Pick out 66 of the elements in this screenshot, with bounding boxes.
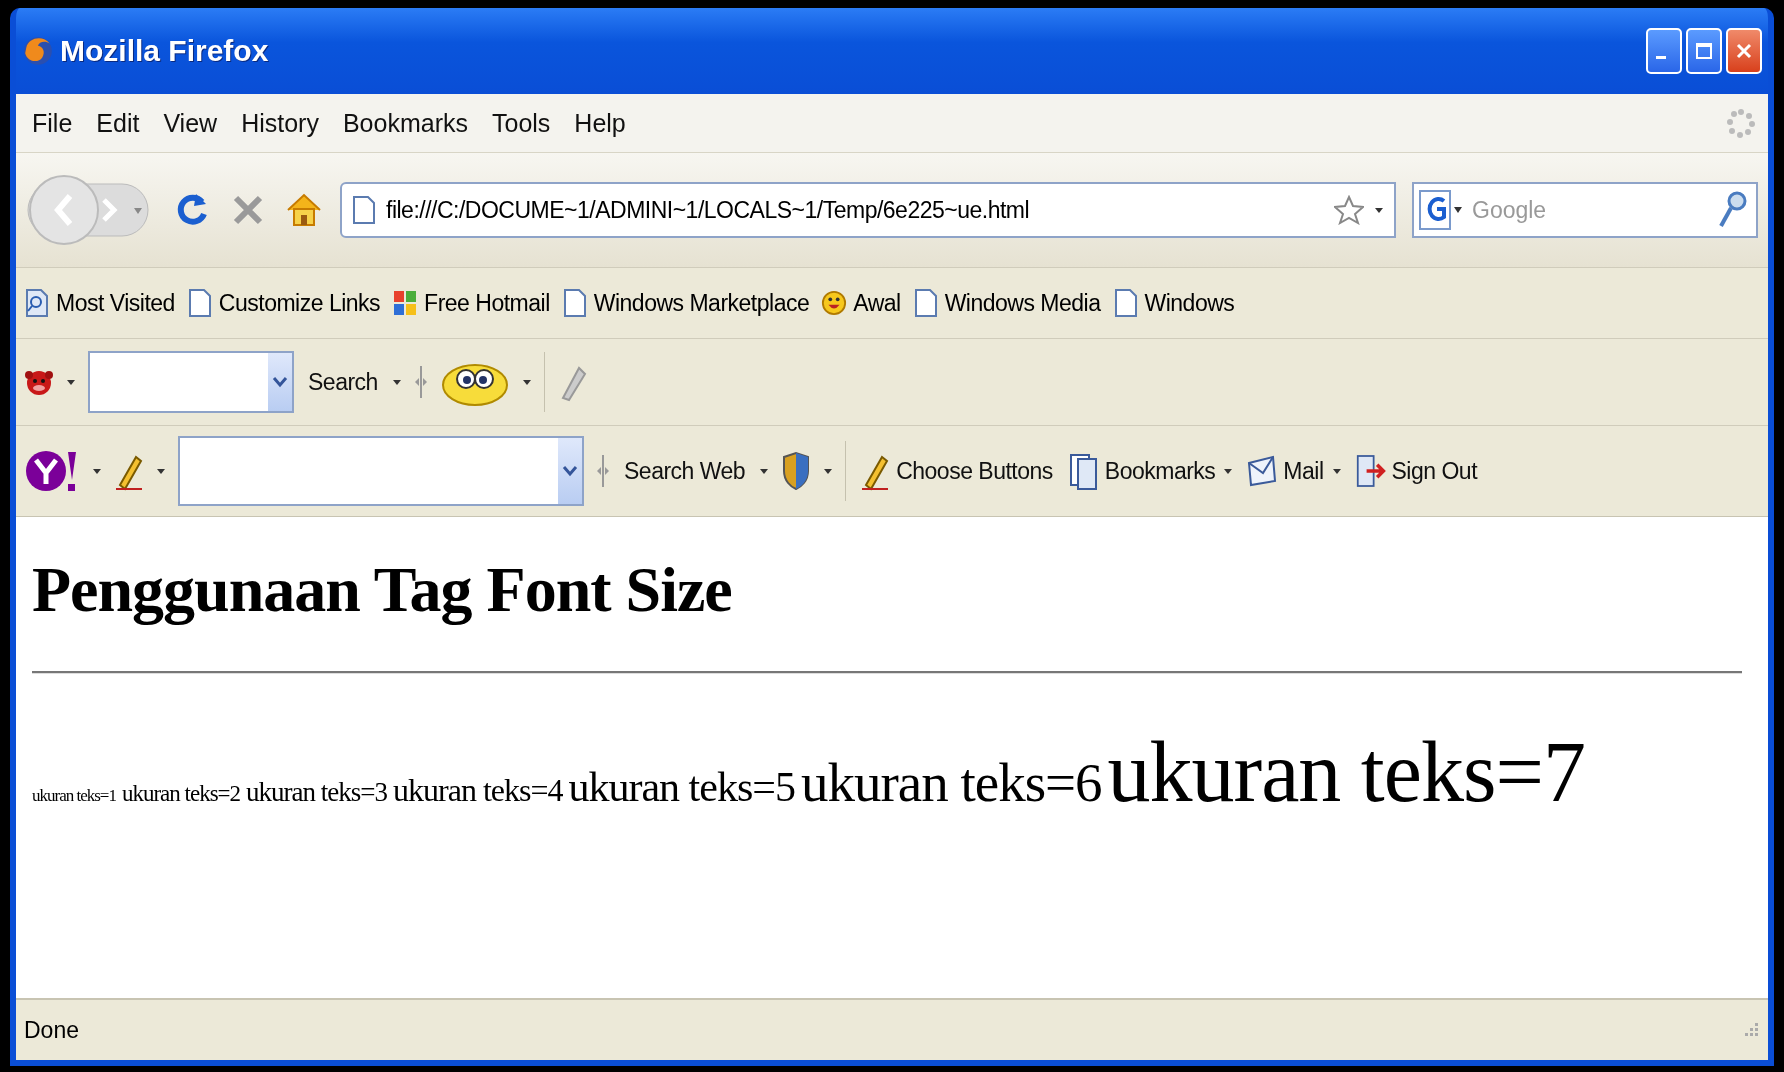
menu-item[interactable]: History <box>229 108 331 138</box>
search-combo-box[interactable] <box>88 351 294 413</box>
address-bar[interactable]: file:///C:/DOCUME~1/ADMINI~1/LOCALS~1/Temp/6e225~ue.html <box>340 182 1396 238</box>
bookmark-item[interactable]: Customize Links <box>186 288 381 318</box>
toolbar-button[interactable]: Choose Buttons <box>858 447 1055 495</box>
caret-icon[interactable] <box>759 466 770 476</box>
sample-text: ukuran teks=5 <box>568 764 795 810</box>
bookmark-item[interactable]: Most Visited <box>24 288 175 318</box>
bookmark-item[interactable]: Free Hotmail <box>392 288 550 318</box>
bookmark-item[interactable]: Windows Marketplace <box>561 288 810 318</box>
menu-item[interactable]: File <box>20 108 85 138</box>
sample-text: ukuran teks=1 <box>32 786 116 805</box>
search-combo-box[interactable] <box>178 436 584 506</box>
sample-text: ukuran teks=4 <box>393 772 563 808</box>
page-icon <box>352 195 376 225</box>
search-web-button[interactable]: Search Web <box>622 453 748 489</box>
close-button[interactable] <box>1726 28 1762 74</box>
menu-item[interactable]: Bookmarks <box>330 108 480 138</box>
bookmark-item[interactable]: Windows Media <box>912 288 1101 318</box>
magnifier-page-icon <box>24 288 50 318</box>
window-title: Mozilla Firefox <box>60 34 269 68</box>
bookmark-item[interactable]: Awal <box>821 288 901 318</box>
smiley-icon <box>821 288 848 318</box>
menu-item[interactable]: View <box>151 108 230 138</box>
spinner-icon <box>1726 108 1756 138</box>
page-icon <box>561 288 588 318</box>
windows-flag-icon <box>392 288 419 318</box>
sample-text: ukuran teks=6 <box>800 752 1102 813</box>
pages-icon <box>1068 451 1099 491</box>
search-icon[interactable] <box>1718 190 1748 230</box>
caret-icon[interactable] <box>1374 205 1384 215</box>
search-bar[interactable]: Google <box>1412 182 1758 238</box>
caret-icon[interactable] <box>823 466 834 476</box>
sample-text: ukuran teks=3 <box>246 777 388 807</box>
toolbar-button[interactable]: Sign Out <box>1353 447 1480 495</box>
caret-icon[interactable] <box>1223 466 1234 476</box>
page-heading: Penggunaan Tag Font Size <box>32 553 733 627</box>
bookmark-item[interactable]: Windows <box>1112 288 1235 318</box>
caret-icon[interactable] <box>391 377 402 387</box>
caret-icon[interactable] <box>1331 466 1342 476</box>
search-button[interactable]: Search <box>306 364 380 400</box>
caret-icon[interactable] <box>66 377 76 387</box>
caret-icon[interactable] <box>92 466 102 476</box>
menu-item[interactable]: Help <box>562 108 638 138</box>
star-icon[interactable] <box>1334 195 1364 225</box>
maximize-button[interactable] <box>1686 28 1722 74</box>
sample-text: ukuran teks=7 <box>1107 724 1585 820</box>
address-text: file:///C:/DOCUME~1/ADMINI~1/LOCALS~1/Temp/6e225~ue.html <box>386 196 1030 224</box>
shield-icon[interactable] <box>781 451 812 491</box>
minimize-button[interactable] <box>1646 28 1682 74</box>
toolbar-button[interactable]: Mail <box>1245 447 1326 495</box>
sample-text: ukuran teks=2 <box>121 781 241 806</box>
search-engine-icon[interactable] <box>1418 187 1464 233</box>
menu-item[interactable]: Tools <box>480 108 563 138</box>
minimize-icon <box>1656 55 1666 59</box>
page-icon <box>912 288 939 318</box>
search-field[interactable]: Google <box>1470 195 1712 225</box>
menu-item[interactable]: Edit <box>84 108 152 138</box>
close-icon <box>1734 41 1754 61</box>
caret-icon[interactable] <box>156 466 166 476</box>
page-icon <box>1112 288 1139 318</box>
caret-icon[interactable] <box>521 377 532 387</box>
page-icon <box>186 288 213 318</box>
toolbar-button[interactable]: Bookmarks <box>1066 447 1218 495</box>
status-text: Done <box>24 1016 79 1044</box>
maximize-icon <box>1694 41 1714 61</box>
